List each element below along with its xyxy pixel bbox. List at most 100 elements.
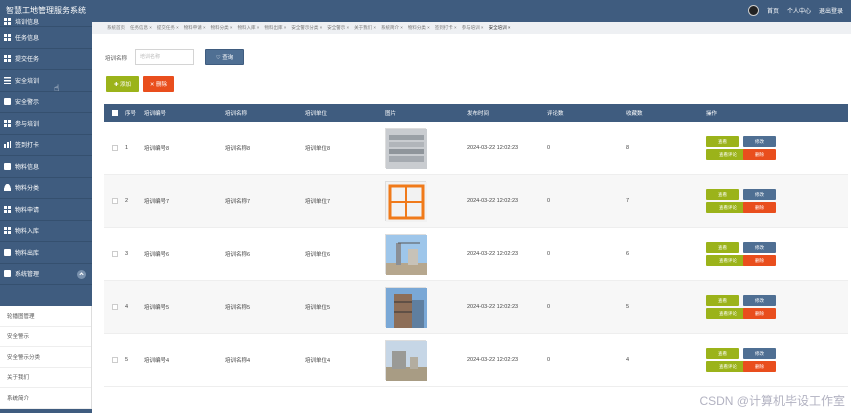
cell-time: 2024-03-22 12:02:23 — [467, 251, 519, 257]
training-image[interactable] — [385, 128, 427, 169]
sidebar-item-material-out[interactable]: 物料出库 — [0, 242, 92, 264]
submenu-item-safety-warning[interactable]: 安全警示 — [0, 327, 91, 347]
tab-item[interactable]: 参与培训 × — [462, 25, 484, 31]
sidebar-item-join-training[interactable]: 参与培训 — [0, 113, 92, 135]
grid-icon — [4, 55, 11, 63]
list-icon — [4, 76, 11, 84]
row-checkbox[interactable] — [111, 251, 118, 257]
row-checkbox[interactable] — [111, 145, 118, 151]
row-checkbox[interactable] — [111, 357, 118, 363]
row-actions: 查看 修改 查看评论 删除 — [706, 348, 776, 372]
grid-icon — [4, 119, 11, 127]
tab-item[interactable]: 物料出库 × — [264, 25, 286, 31]
training-image[interactable] — [385, 340, 427, 381]
avatar[interactable] — [747, 5, 759, 16]
cell-unit: 培训单位8 — [305, 146, 331, 152]
chevron-up-icon[interactable] — [77, 269, 86, 279]
header-name: 培训名称 — [225, 111, 248, 117]
tab-item[interactable]: 系统简介 × — [381, 25, 403, 31]
submenu-item-carousel[interactable]: 轮播图管理 — [0, 306, 91, 327]
submenu-item-warning-category[interactable]: 安全警示分类 — [0, 347, 91, 368]
cell-favorites: 7 — [626, 198, 630, 204]
cell-name: 培训名称5 — [225, 305, 251, 311]
select-all-checkbox[interactable] — [111, 110, 118, 116]
clipboard-icon — [4, 248, 11, 256]
edit-button[interactable]: 修改 — [743, 136, 776, 147]
tab-item[interactable]: 物料分类 × — [211, 25, 233, 31]
view-button[interactable]: 查看 — [706, 242, 739, 253]
sidebar-item-check-in[interactable]: 签到打卡 — [0, 135, 92, 156]
view-button[interactable]: 查看 — [706, 348, 739, 359]
view-button[interactable]: 查看 — [706, 295, 739, 306]
tab-item[interactable]: 提交任务 × — [157, 25, 179, 31]
sidebar-item-material-info[interactable]: 物料信息 — [0, 156, 92, 178]
sidebar-item-submit-task[interactable]: 提交任务 — [0, 49, 92, 70]
tab-item[interactable]: 物料入库 × — [238, 25, 260, 31]
edit-button[interactable]: 修改 — [743, 348, 776, 359]
add-button[interactable]: ✚ 添加 — [106, 76, 139, 92]
cell-comments: 0 — [547, 357, 551, 363]
sidebar-item-material-category[interactable]: 物料分类 — [0, 178, 92, 199]
edit-button[interactable]: 修改 — [743, 242, 776, 253]
system-admin-submenu: 轮播图管理 安全警示 安全警示分类 关于我们 系统简介 — [0, 306, 92, 409]
row-checkbox[interactable] — [111, 304, 118, 310]
search-button[interactable]: ♡ 查询 — [205, 49, 244, 65]
sidebar-item-training-info[interactable]: 培训信息 — [0, 16, 92, 27]
grid-icon — [4, 33, 11, 41]
training-image[interactable] — [385, 181, 427, 222]
submenu-item-about-us[interactable]: 关于我们 — [0, 368, 91, 388]
table-row: 2 培训编号7 培训名称7 培训单位7 2024-03-22 12:02:23 0 7 查看修… — [104, 175, 848, 228]
sidebar-item-safety-warning[interactable]: 安全警示 — [0, 92, 92, 113]
edit-button[interactable]: 修改 — [743, 295, 776, 306]
view-button[interactable]: 查看 — [706, 136, 739, 147]
tab-item[interactable]: 系统首页 — [107, 25, 125, 31]
row-checkbox[interactable] — [111, 198, 118, 204]
tab-item[interactable]: 关于我们 × — [354, 25, 376, 31]
row-actions: 查看 修改 查看评论 删除 — [706, 136, 776, 160]
delete-button[interactable]: ✕ 删除 — [143, 76, 174, 92]
logout-link[interactable]: 退出登录 — [819, 6, 843, 15]
home-link[interactable]: 首页 — [767, 6, 779, 15]
search-input[interactable] — [135, 49, 194, 65]
mouse-cursor-icon: ☝ — [54, 83, 60, 93]
cell-favorites: 8 — [626, 145, 630, 151]
sidebar-item-task-info[interactable]: 任务信息 — [0, 27, 92, 49]
header-favorites: 收藏数 — [626, 111, 643, 117]
tab-item[interactable]: 任务信息 × — [130, 25, 152, 31]
cell-time: 2024-03-22 12:02:23 — [467, 304, 519, 310]
row-actions: 查看 修改 查看评论 删除 — [706, 295, 776, 319]
edit-button[interactable]: 修改 — [743, 189, 776, 200]
training-image[interactable] — [385, 234, 427, 275]
tab-item[interactable]: 安全警示分类 × — [291, 25, 322, 31]
row-delete-button[interactable]: 删除 — [743, 202, 776, 213]
search-label: 培训名称 — [105, 56, 128, 62]
tab-item[interactable]: 签到打卡 × — [435, 25, 457, 31]
header-time: 发布时间 — [467, 111, 490, 117]
plane-icon — [4, 98, 11, 106]
tab-item[interactable]: 安全警示 × — [327, 25, 349, 31]
cell-comments: 0 — [547, 145, 551, 151]
cell-code: 培训编号4 — [144, 358, 170, 364]
row-delete-button[interactable]: 删除 — [743, 255, 776, 266]
table-row: 5 培训编号4 培训名称4 培训单位4 2024-03-22 12:02:23 0 4 查看修… — [104, 334, 848, 387]
tab-item[interactable]: 物料分类 × — [408, 25, 430, 31]
sidebar-item-system-admin[interactable]: 系统管理 — [0, 264, 92, 285]
data-table: 序号 培训编号 培训名称 培训单位 图片 发布时间 评论数 收藏数 操作 1 培训… — [104, 104, 848, 387]
sidebar-item-safety-training[interactable]: 安全培训 — [0, 70, 92, 92]
row-actions: 查看 修改 查看评论 删除 — [706, 242, 776, 266]
row-delete-button[interactable]: 删除 — [743, 361, 776, 372]
profile-link[interactable]: 个人中心 — [787, 6, 811, 15]
cell-no: 2 — [125, 198, 129, 204]
sidebar-item-material-request[interactable]: 物料申请 — [0, 199, 92, 221]
tab-item[interactable]: 安全培训 × — [489, 25, 511, 31]
row-delete-button[interactable]: 删除 — [743, 149, 776, 160]
tab-item[interactable]: 物料申请 × — [184, 25, 206, 31]
view-button[interactable]: 查看 — [706, 189, 739, 200]
header-comments: 评论数 — [547, 111, 564, 117]
header-no: 序号 — [125, 111, 137, 117]
sidebar-item-material-in[interactable]: 物料入库 — [0, 221, 92, 242]
row-delete-button[interactable]: 删除 — [743, 308, 776, 319]
table-row: 4 培训编号5 培训名称5 培训单位5 2024-03-22 12:02:23 0 5 查看修… — [104, 281, 848, 334]
submenu-item-system-intro[interactable]: 系统简介 — [0, 388, 91, 409]
training-image[interactable] — [385, 287, 427, 328]
